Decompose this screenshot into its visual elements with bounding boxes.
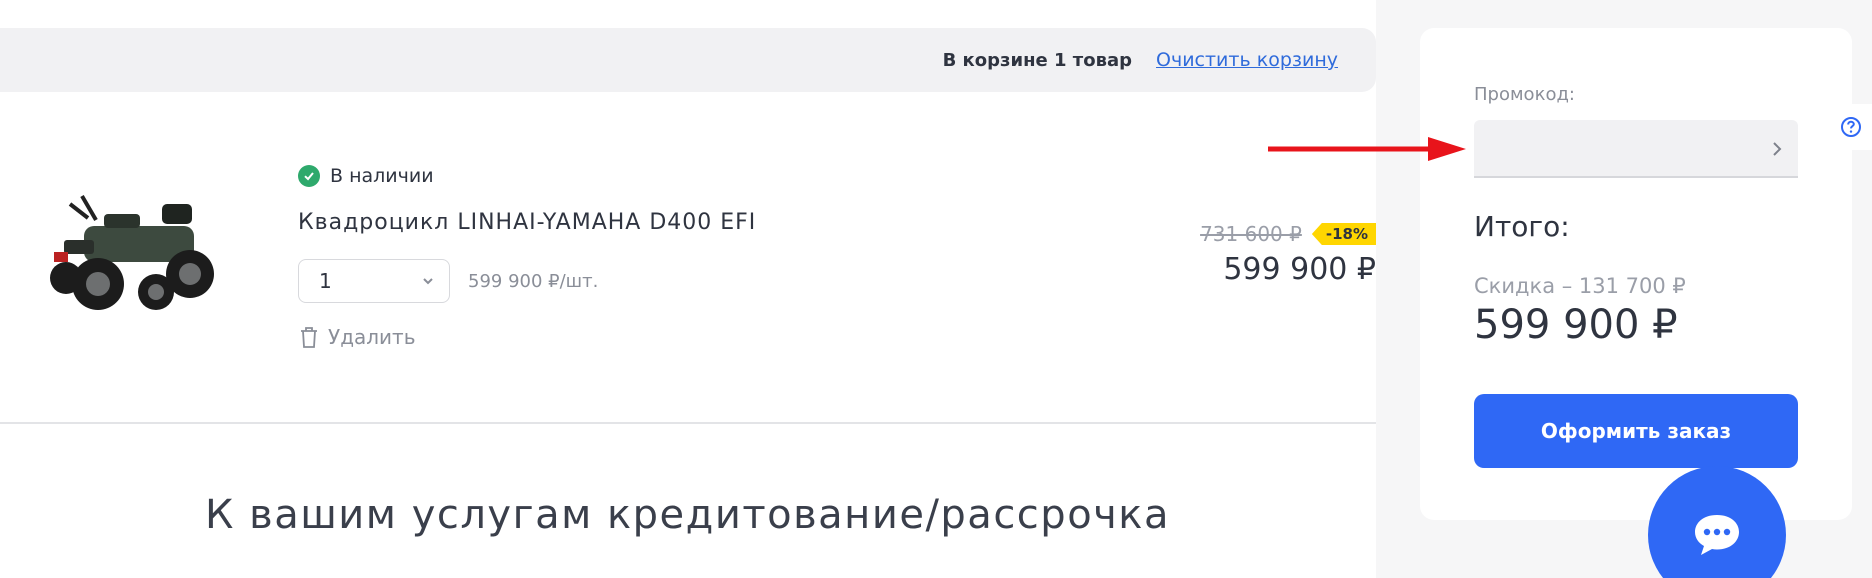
product-name[interactable]: Квадроцикл LINHAI-YAMAHA D400 EFI (298, 210, 756, 235)
quantity-value: 1 (319, 269, 332, 293)
unit-price: 599 900 ₽/шт. (468, 271, 599, 292)
total-label: Итого: (1474, 210, 1570, 243)
help-button[interactable] (1830, 104, 1872, 150)
chevron-right-icon[interactable] (1768, 139, 1786, 159)
old-price-row: 731 600 ₽ -18% (1200, 222, 1376, 246)
item-price: 599 900 ₽ (1223, 252, 1376, 287)
cart-item: В наличии Квадроцикл LINHAI-YAMAHA D400 … (0, 110, 1376, 423)
cart-page: В корзине 1 товар Очистить корзину В нал… (0, 0, 1872, 578)
total-price: 599 900 ₽ (1474, 302, 1678, 348)
availability-status: В наличии (298, 165, 434, 187)
delete-label: Удалить (328, 325, 416, 349)
chat-bubble-icon (1695, 515, 1739, 555)
quantity-select[interactable]: 1 (298, 259, 450, 303)
check-circle-icon (298, 165, 320, 187)
cart-item-count: В корзине 1 товар (942, 49, 1133, 71)
question-circle-icon (1841, 117, 1861, 137)
chevron-down-icon (423, 278, 433, 285)
product-image[interactable] (44, 174, 224, 334)
credit-heading: К вашим услугам кредитование/рассрочка (205, 492, 1170, 538)
cart-header: В корзине 1 товар Очистить корзину (0, 28, 1376, 92)
delete-item-button[interactable]: Удалить (298, 325, 416, 349)
availability-label: В наличии (330, 165, 434, 187)
cart-content: В корзине 1 товар Очистить корзину В нал… (0, 0, 1376, 578)
discount-badge: -18% (1311, 223, 1376, 245)
checkout-button[interactable]: Оформить заказ (1474, 394, 1798, 468)
annotation-arrow-icon (1268, 137, 1466, 161)
divider (0, 422, 1376, 424)
promo-field (1474, 120, 1798, 178)
discount-amount: Скидка – 131 700 ₽ (1474, 274, 1686, 298)
promo-input[interactable] (1474, 120, 1798, 176)
old-price: 731 600 ₽ (1200, 222, 1302, 246)
promo-label: Промокод: (1474, 84, 1575, 105)
clear-cart-link[interactable]: Очистить корзину (1156, 49, 1338, 71)
order-summary: Промокод: Итого: Скидка – 131 700 ₽ 599 … (1420, 28, 1852, 520)
trash-icon (301, 327, 317, 348)
